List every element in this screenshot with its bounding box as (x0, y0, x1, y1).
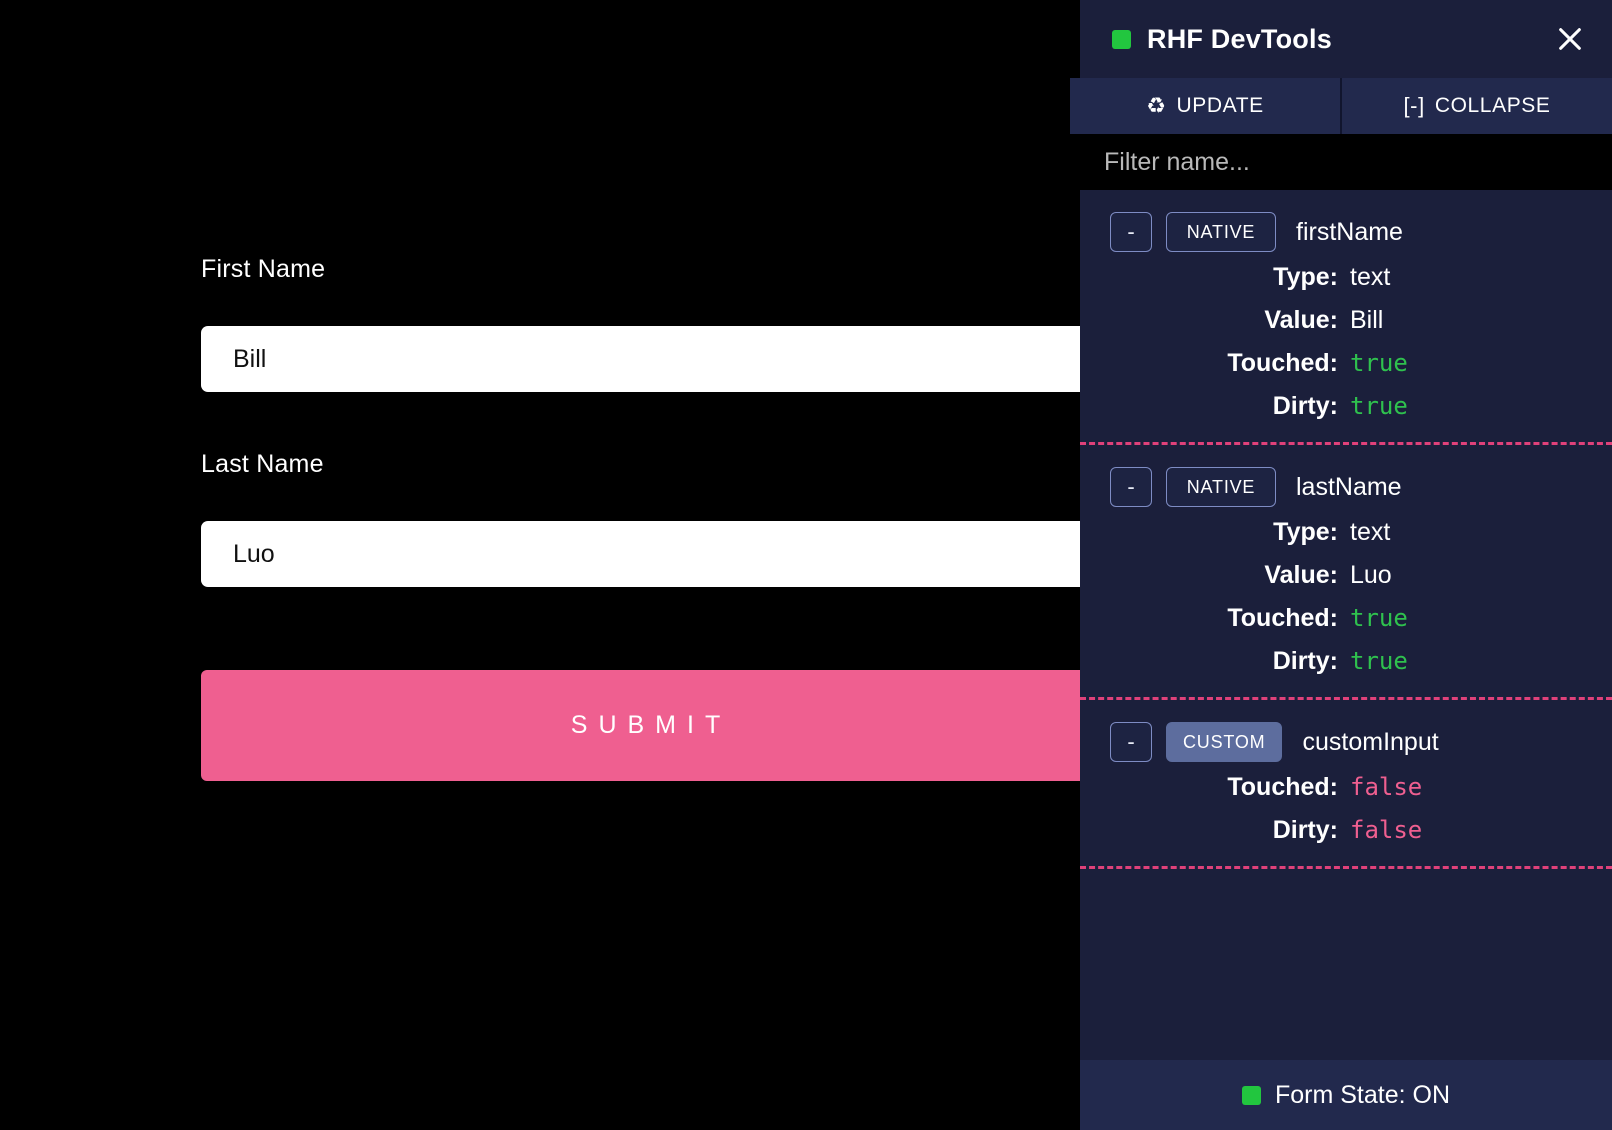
field-property-row: Touched: true (1080, 597, 1612, 640)
field-property-key: Type: (1273, 518, 1338, 546)
field-property-row: Type: text (1080, 511, 1612, 554)
field-collapse-button[interactable]: - (1110, 212, 1152, 252)
form-state-dot-icon (1241, 1085, 1261, 1105)
submit-button[interactable]: SUBMIT (201, 670, 1101, 781)
field-name: customInput (1302, 727, 1439, 756)
recycle-icon: ♻ (1146, 93, 1167, 118)
first-name-input[interactable] (201, 326, 1101, 392)
field-property-row: Value: Bill (1080, 299, 1612, 342)
tab-update[interactable]: ♻ UPDATE (1070, 78, 1340, 134)
field-header: - NATIVE firstName (1080, 200, 1612, 256)
field-property-value: text (1350, 263, 1391, 291)
field-property-value: true (1350, 392, 1408, 420)
collapse-bracket-icon: [-] (1403, 93, 1425, 118)
field-property-key: Type: (1273, 263, 1338, 291)
devtools-tabs: ♻ UPDATE [-] COLLAPSE (1070, 78, 1612, 134)
field-property-key: Dirty: (1272, 392, 1338, 420)
last-name-label: Last Name (201, 450, 324, 478)
field-name: lastName (1296, 472, 1402, 501)
field-block: - NATIVE lastName Type: text Value: Luo Touched… (1080, 445, 1612, 700)
field-header: - CUSTOM customInput (1080, 710, 1612, 766)
field-header: - NATIVE lastName (1080, 455, 1612, 511)
tab-collapse-label: COLLAPSE (1434, 94, 1551, 117)
field-property-row: Dirty: true (1080, 640, 1612, 683)
field-name: firstName (1296, 217, 1403, 246)
field-kind-badge[interactable]: NATIVE (1166, 467, 1276, 507)
field-property-key: Touched: (1227, 604, 1338, 632)
tab-collapse[interactable]: [-] COLLAPSE (1340, 78, 1612, 134)
close-icon[interactable] (1550, 19, 1590, 59)
field-property-key: Value: (1264, 561, 1338, 589)
field-property-value: true (1350, 349, 1408, 377)
field-block: - NATIVE firstName Type: text Value: Bill Touch… (1080, 190, 1612, 445)
field-property-value: true (1350, 647, 1408, 675)
field-property-row: Touched: true (1080, 342, 1612, 385)
field-property-value: Luo (1350, 561, 1392, 589)
last-name-input[interactable] (201, 521, 1101, 587)
field-property-value: Bill (1350, 306, 1384, 334)
devtools-header: RHF DevTools (1080, 0, 1612, 78)
field-kind-badge[interactable]: NATIVE (1166, 212, 1276, 252)
field-kind-badge[interactable]: CUSTOM (1166, 722, 1283, 762)
first-name-label: First Name (201, 255, 326, 283)
field-property-value: true (1350, 604, 1408, 632)
field-property-value: false (1350, 816, 1423, 844)
devtools-field-list: - NATIVE firstName Type: text Value: Bill Touch… (1080, 190, 1612, 1060)
devtools-title: RHF DevTools (1147, 23, 1332, 54)
field-property-row: Touched: false (1080, 766, 1612, 809)
field-property-key: Touched: (1227, 349, 1338, 377)
field-property-row: Value: Luo (1080, 554, 1612, 597)
field-block: - CUSTOM customInput Touched: false Dirty: fal… (1080, 700, 1612, 869)
field-divider (1080, 866, 1612, 869)
field-property-row: Dirty: true (1080, 385, 1612, 428)
field-property-key: Touched: (1227, 773, 1338, 801)
devtools-footer: Form State: ON (1080, 1060, 1612, 1130)
field-property-key: Value: (1264, 306, 1338, 334)
filter-input[interactable] (1080, 134, 1612, 190)
field-property-value: false (1350, 773, 1423, 801)
field-property-key: Dirty: (1272, 647, 1338, 675)
field-collapse-button[interactable]: - (1110, 467, 1152, 507)
status-dot-icon (1112, 29, 1131, 49)
form-area: First Name Last Name SUBMIT (0, 0, 1101, 1130)
tab-update-label: UPDATE (1176, 94, 1264, 117)
form-state-label: Form State: ON (1274, 1080, 1451, 1109)
field-property-value: text (1350, 518, 1391, 546)
field-property-row: Dirty: false (1080, 809, 1612, 852)
field-property-row: Type: text (1080, 256, 1612, 299)
app-root: First Name Last Name SUBMIT RHF DevTools… (0, 0, 1612, 1130)
field-collapse-button[interactable]: - (1110, 722, 1152, 762)
devtools-panel: RHF DevTools ♻ UPDATE [-] COLLAPSE -NATI… (1070, 0, 1612, 1130)
field-property-key: Dirty: (1272, 816, 1338, 844)
